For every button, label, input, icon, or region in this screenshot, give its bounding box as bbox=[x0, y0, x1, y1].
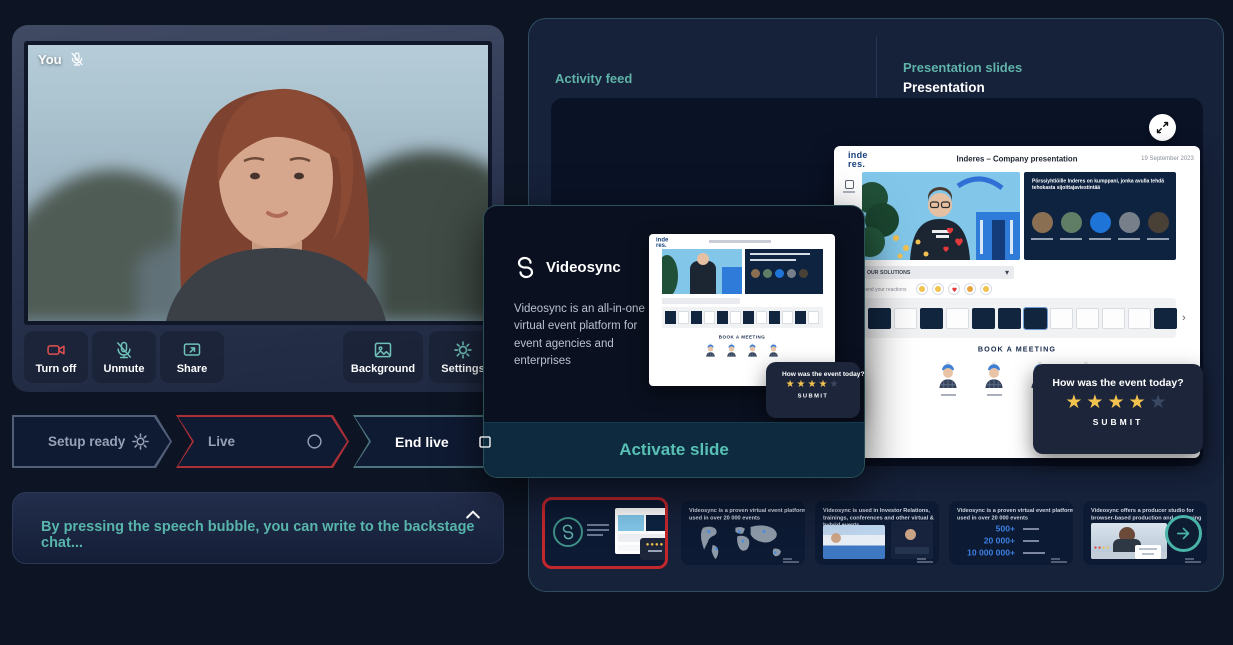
presentation-slides-label: Presentation slides bbox=[903, 60, 1022, 75]
reaction-emoji-heart bbox=[948, 283, 960, 295]
broadcast-studio-screen: You Turn off Unmute Share Background bbox=[0, 0, 1233, 645]
mic-muted-icon bbox=[69, 51, 85, 67]
slide-solutions-bar: OUR SOLUTIONS▾ bbox=[862, 266, 1014, 279]
reaction-emoji bbox=[916, 283, 928, 295]
self-video-feed bbox=[28, 45, 488, 321]
book-a-meeting-title: BOOK A MEETING bbox=[696, 335, 789, 340]
stop-square-icon bbox=[477, 434, 493, 450]
background-label: Background bbox=[351, 363, 415, 375]
videosync-s-logo bbox=[514, 256, 537, 279]
reaction-emoji bbox=[980, 283, 992, 295]
screen-share-icon bbox=[182, 340, 202, 360]
slide-activation-popup: Videosync Videosync is an all-in-one vir… bbox=[483, 205, 865, 478]
background-button[interactable]: Background bbox=[343, 331, 423, 383]
slide-description: Videosync is an all-in-one virtual event… bbox=[514, 301, 656, 370]
tab-activity-feed[interactable]: Activity feed bbox=[555, 71, 632, 86]
book-a-meeting-title: BOOK A MEETING bbox=[885, 346, 1149, 354]
self-label-text: You bbox=[38, 52, 62, 67]
slide-sidebar-item bbox=[842, 180, 856, 193]
reaction-emoji bbox=[932, 283, 944, 295]
slide-speaker-video bbox=[862, 172, 1020, 260]
settings-label: Settings bbox=[441, 363, 484, 375]
self-label: You bbox=[38, 51, 85, 67]
videosync-mark bbox=[783, 557, 799, 561]
star-rating: ★★★★★ bbox=[766, 379, 860, 390]
slide-event-title: Inderes – Company presentation bbox=[957, 155, 1078, 164]
avatar bbox=[936, 360, 960, 396]
activate-slide-button[interactable]: Activate slide bbox=[484, 422, 864, 477]
popup-rating-widget: How was the event today? ★★★★★ SUBMIT bbox=[766, 362, 860, 418]
chat-hint-text: By pressing the speech bubble, you can w… bbox=[41, 519, 503, 551]
videosync-brand: Videosync bbox=[514, 256, 621, 279]
thumbnail-screenshot bbox=[891, 521, 933, 559]
thumbnail-card bbox=[1135, 545, 1161, 559]
brand-name: Videosync bbox=[546, 259, 621, 276]
mic-muted-icon bbox=[114, 340, 134, 360]
live-label: Live bbox=[208, 434, 235, 449]
slide-content-panel: Pörssiyhtiöille Inderes on kumppani, jon… bbox=[1024, 172, 1176, 260]
share-screen-button[interactable]: Share bbox=[160, 331, 224, 383]
slide-preview-filmstrip: › bbox=[862, 298, 1176, 338]
slide-thumbnail[interactable]: Videosync is a proven virtual event plat… bbox=[681, 501, 805, 565]
videosync-mark bbox=[1051, 557, 1067, 561]
turn-off-label: Turn off bbox=[36, 363, 77, 375]
rating-question: How was the event today? bbox=[782, 371, 844, 378]
popup-slide-content bbox=[745, 249, 823, 294]
popup-slide-video bbox=[662, 249, 742, 294]
thumbnails-next-button[interactable] bbox=[1165, 515, 1202, 552]
meeting-avatars-row bbox=[649, 342, 835, 357]
end-live-label: End live bbox=[395, 434, 449, 450]
slide-reactions-row: Send your reactions bbox=[862, 283, 992, 295]
self-video-panel: You Turn off Unmute Share Background bbox=[12, 25, 504, 392]
camera-icon bbox=[46, 340, 66, 360]
video-controls-bar: Turn off Unmute Share Background Setting… bbox=[12, 331, 504, 383]
rating-submit-label: SUBMIT bbox=[779, 392, 847, 398]
stepper-step-live[interactable]: Live bbox=[176, 415, 349, 468]
slide-thumbnail[interactable]: Videosync is a proven virtual event plat… bbox=[949, 501, 1073, 565]
videosync-logo-ring bbox=[553, 517, 583, 547]
setup-ready-label: Setup ready bbox=[48, 434, 125, 449]
gear-icon bbox=[453, 340, 473, 360]
image-icon bbox=[373, 340, 393, 360]
unmute-label: Unmute bbox=[104, 363, 145, 375]
reactions-label: Send your reactions bbox=[862, 286, 887, 292]
arrow-right-icon bbox=[1175, 525, 1192, 542]
videosync-mark bbox=[917, 557, 933, 561]
chevron-up-icon[interactable] bbox=[463, 505, 483, 525]
videosync-mark bbox=[1185, 557, 1201, 561]
thumbnail-rating-card: ●●●● bbox=[640, 538, 668, 560]
tab-presentation-slides[interactable]: Presentation slides Presentation bbox=[903, 60, 1022, 95]
rating-question: How was the event today? bbox=[1033, 377, 1203, 389]
backstage-chat-hint[interactable]: By pressing the speech bubble, you can w… bbox=[12, 492, 504, 564]
stepper-step-end-live[interactable]: End live bbox=[353, 415, 521, 468]
expand-icon bbox=[1155, 120, 1170, 135]
tab-divider bbox=[876, 36, 877, 104]
inderes-logo: inderes. bbox=[848, 151, 868, 168]
self-video-preview: You bbox=[24, 41, 492, 325]
presentation-name: Presentation bbox=[903, 80, 1022, 95]
star-rating: ★★★★★ bbox=[1033, 393, 1203, 414]
slide-heading: Pörssiyhtiöille Inderes on kumppani, jon… bbox=[1032, 178, 1176, 191]
share-label: Share bbox=[177, 363, 208, 375]
broadcast-stepper: Setup ready Live End live bbox=[12, 415, 524, 468]
stepper-step-setup-ready[interactable]: Setup ready bbox=[12, 415, 172, 468]
circle-icon bbox=[306, 433, 323, 450]
slide-thumbnail-selected[interactable]: ●●●● bbox=[542, 497, 668, 569]
unmute-button[interactable]: Unmute bbox=[92, 331, 156, 383]
reaction-emoji bbox=[964, 283, 976, 295]
activate-slide-label: Activate slide bbox=[619, 440, 729, 460]
slide-event-date: 19 September 2023 bbox=[1141, 155, 1194, 162]
gear-icon bbox=[131, 432, 150, 451]
turn-off-camera-button[interactable]: Turn off bbox=[24, 331, 88, 383]
event-rating-widget: How was the event today? ★★★★★ SUBMIT bbox=[1033, 364, 1203, 454]
thumbnail-screenshot bbox=[823, 525, 885, 559]
avatar bbox=[982, 360, 1006, 396]
rating-submit-label: SUBMIT bbox=[1033, 417, 1203, 427]
expand-preview-button[interactable] bbox=[1149, 114, 1176, 141]
slide-thumbnail[interactable]: Videosync is used in Investor Relations,… bbox=[815, 501, 939, 565]
